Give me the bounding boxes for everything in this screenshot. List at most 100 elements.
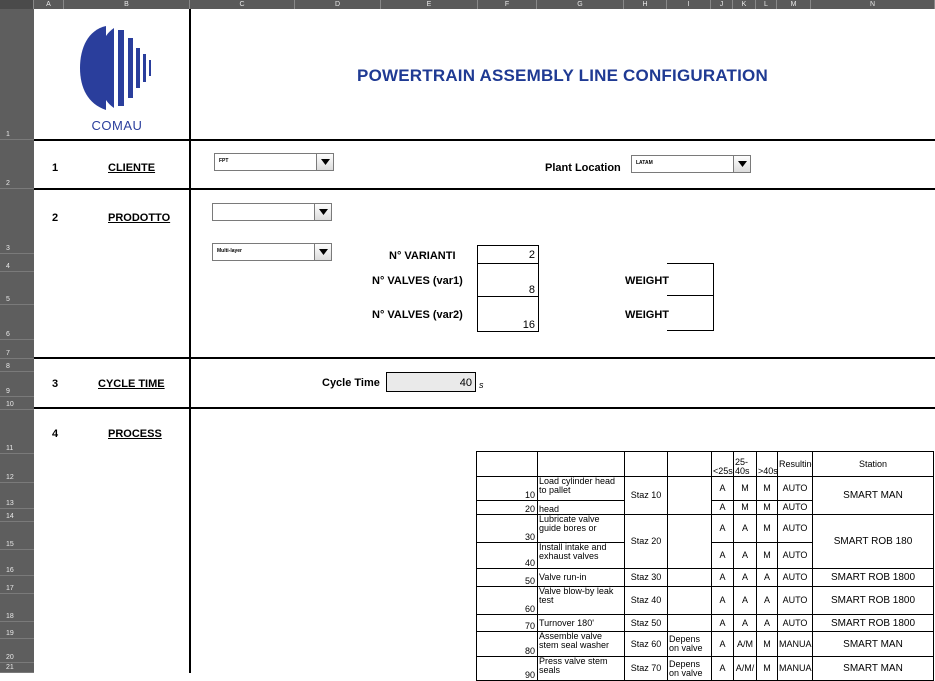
op-number: 30 [476, 514, 538, 543]
table-header-row: <25s 25-40s >40s Resulting Station [476, 451, 934, 477]
row-header[interactable]: 20 [0, 639, 34, 663]
gt40-cell: M [756, 476, 778, 501]
col-header-f[interactable]: F [478, 0, 537, 9]
station-cell: SMART ROB 1800 [812, 586, 934, 615]
section-number: 3 [52, 378, 59, 390]
mid-cell: M [733, 500, 757, 515]
col-header-c[interactable]: C [190, 0, 295, 9]
chevron-down-icon[interactable] [316, 154, 333, 170]
header-cell [624, 451, 668, 477]
chevron-down-icon[interactable] [314, 204, 331, 220]
table-row[interactable]: 70 Turnover 180' Staz 50 A A A AUTO SMAR… [476, 614, 934, 632]
row-header[interactable]: 14 [0, 509, 34, 522]
chevron-down-icon[interactable] [733, 156, 750, 172]
row-header[interactable]: 3 [0, 189, 34, 254]
row-header[interactable]: 15 [0, 522, 34, 550]
row-header[interactable]: 10 [0, 397, 34, 410]
plant-location-dropdown[interactable]: LATAM [631, 155, 751, 173]
chevron-down-icon[interactable] [314, 244, 331, 260]
resulting-cell: MANUAL [777, 631, 813, 657]
staz-cell: Staz 20 [624, 514, 668, 569]
mid-cell: A/M/ [733, 656, 757, 681]
plant-location-value: LATAM [636, 160, 653, 166]
row-header[interactable]: 13 [0, 483, 34, 509]
product-dropdown[interactable] [212, 203, 332, 221]
col-header-n[interactable]: N [811, 0, 935, 9]
depends-cell [667, 476, 712, 515]
lt25-cell: A [711, 542, 734, 569]
row-header[interactable]: 18 [0, 594, 34, 622]
table-row[interactable]: 30 Lubricate valve guide bores or Staz 2… [476, 514, 934, 569]
lt25-cell: A [711, 631, 734, 657]
section-label-process: PROCESS [108, 428, 162, 440]
valves-var1-cell[interactable]: 8 [477, 263, 539, 297]
col-header-g[interactable]: G [537, 0, 624, 9]
row-header[interactable]: 21 [0, 663, 34, 673]
row-header[interactable]: 9 [0, 372, 34, 397]
gt40-cell: A [756, 568, 778, 587]
col-header-k[interactable]: K [733, 0, 756, 9]
col-header-m[interactable]: M [777, 0, 811, 9]
lt25-cell: A [711, 514, 734, 543]
section-label-cliente: CLIENTE [108, 162, 156, 174]
resulting-cell: AUTO [777, 586, 813, 615]
col-header-e[interactable]: E [381, 0, 478, 9]
row-header[interactable]: 5 [0, 272, 34, 305]
weight-var1-label: WEIGHT [625, 275, 669, 287]
client-dropdown-value: FPT [219, 158, 229, 164]
col-header-j[interactable]: J [711, 0, 733, 9]
section-label-cycle-time: CYCLE TIME [98, 378, 165, 390]
valves-var1-label: N° VALVES (var1) [372, 275, 463, 287]
col-header-l[interactable]: L [756, 0, 777, 9]
col-header-i[interactable]: I [667, 0, 711, 9]
row-header[interactable]: 2 [0, 140, 34, 189]
gt40-cell: M [756, 542, 778, 569]
row-header[interactable]: 16 [0, 550, 34, 576]
page-title: POWERTRAIN ASSEMBLY LINE CONFIGURATION [357, 66, 768, 85]
col-header-h[interactable]: H [624, 0, 667, 9]
table-row[interactable]: 80 Assemble valve stem seal washer Staz … [476, 631, 934, 657]
weight-var1-cell[interactable] [667, 263, 714, 296]
lt25-cell: A [711, 614, 734, 632]
varianti-cell[interactable]: 2 [477, 245, 539, 264]
op-number: 20 [476, 500, 538, 515]
resulting-cell: AUTO [777, 542, 813, 569]
weight-var2-cell[interactable] [667, 296, 714, 331]
op-description: Lubricate valve guide bores or [537, 514, 625, 543]
row-header[interactable]: 12 [0, 454, 34, 483]
mid-cell: M [733, 476, 757, 501]
op-description: Turnover 180' [537, 614, 625, 632]
table-row[interactable]: 50 Valve run-in Staz 30 A A A AUTO SMART… [476, 568, 934, 587]
row-header[interactable]: 8 [0, 359, 34, 372]
depends-cell [667, 614, 712, 632]
op-number: 70 [476, 614, 538, 632]
row-header[interactable]: 4 [0, 254, 34, 272]
staz-cell: Staz 30 [624, 568, 668, 587]
cycle-time-cell[interactable]: 40 [386, 372, 476, 392]
gt40-cell: M [756, 631, 778, 657]
row-header[interactable]: 11 [0, 410, 34, 454]
op-description: Valve run-in [537, 568, 625, 587]
row-header[interactable]: 1 [0, 9, 34, 140]
table-row[interactable]: 10 Load cylinder head to pallet Staz 10 … [476, 476, 934, 515]
row-header[interactable]: 6 [0, 305, 34, 340]
col-header-b[interactable]: B [64, 0, 190, 9]
gt40-cell: A [756, 614, 778, 632]
row-header[interactable]: 7 [0, 340, 34, 359]
column-header-bar: A B C D E F G H I J K L M N [0, 0, 935, 9]
row-header[interactable]: 17 [0, 576, 34, 594]
col-header-a[interactable]: A [34, 0, 64, 9]
cycle-time-unit: s [479, 380, 484, 390]
gt40-cell: A [756, 586, 778, 615]
table-row[interactable]: 60 Valve blow-by leak test Staz 40 A A A… [476, 586, 934, 615]
row-header[interactable]: 19 [0, 622, 34, 639]
header-cell [667, 451, 712, 477]
gt40-cell: M [756, 514, 778, 543]
client-dropdown[interactable]: FPT [214, 153, 334, 171]
product-type-dropdown[interactable]: Multi-layer [212, 243, 332, 261]
process-table: <25s 25-40s >40s Resulting Station 10 Lo… [476, 451, 934, 681]
col-header-d[interactable]: D [295, 0, 381, 9]
table-row[interactable]: 90 Press valve stem seals Staz 70 Depens… [476, 656, 934, 681]
valves-var2-cell[interactable]: 16 [477, 296, 539, 332]
select-all-corner[interactable] [0, 0, 34, 9]
